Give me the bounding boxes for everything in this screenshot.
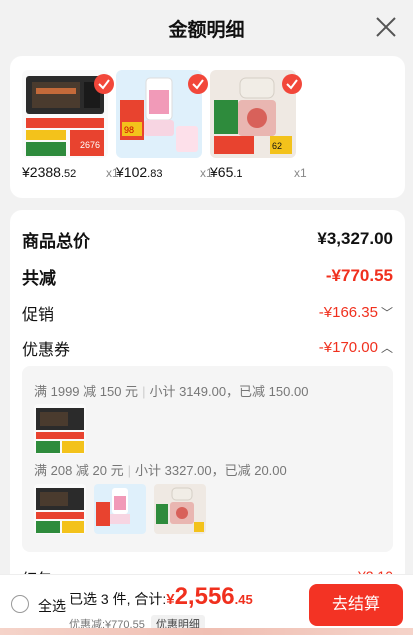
promo-row[interactable]: 促销 -¥166.35 ﹀ — [22, 301, 393, 325]
coupon-product-blender — [94, 484, 146, 534]
coupon-label: 优惠券 — [22, 342, 71, 359]
coupon-detail-box: 满 1999 减 150 元 | 小计 3149.00，已减 150.00 满 20… — [22, 366, 393, 552]
coupon-product-chopper — [154, 484, 206, 534]
discount-row: 共减 -¥770.55 — [22, 264, 393, 288]
header: 金额明细 — [0, 0, 413, 54]
coupon-row[interactable]: 优惠券 -¥170.00 ︿ — [22, 336, 393, 360]
checkout-bar: 全选 已选 3 件, 合计:¥2,556.45 优惠减:¥770.55 优惠明细 … — [0, 574, 413, 635]
product-price: ¥2388.52 — [22, 164, 77, 180]
discount-label: 共减 — [22, 268, 56, 288]
total-cents: .45 — [234, 592, 253, 607]
coupon-product-oven — [34, 404, 86, 454]
coupon-rule: 满 208 减 20 元 | 小计 3327.00，已减 20.00 — [34, 463, 287, 478]
products-card: 2676 ¥2388.52 x1 98 ¥102.83 x1 62 ¥65.1 … — [10, 56, 405, 198]
check-icon — [94, 74, 114, 94]
select-all-radio[interactable] — [11, 595, 29, 613]
check-icon — [282, 74, 302, 94]
total-summary: 已选 3 件, 合计:¥2,556.45 — [69, 583, 253, 611]
close-icon[interactable] — [373, 14, 399, 40]
product-qty: x1 — [294, 166, 307, 180]
total-currency: ¥ — [166, 591, 175, 608]
chevron-down-icon[interactable]: ﹀ — [381, 306, 393, 320]
selected-count: 已选 3 件, 合计: — [69, 591, 167, 607]
svg-text:98: 98 — [124, 125, 134, 135]
svg-text:62: 62 — [272, 141, 282, 151]
coupon-value-group: -¥170.00 ︿ — [319, 339, 393, 357]
checkout-button[interactable]: 去结算 — [309, 584, 403, 626]
goods-total-value: ¥3,327.00 — [317, 229, 393, 248]
total-amount: 2,556 — [174, 583, 235, 610]
promo-label: 促销 — [22, 307, 55, 324]
bottom-decoration-strip — [0, 628, 413, 635]
product-price: ¥65.1 — [210, 164, 243, 180]
coupon-value: -¥170.00 — [318, 339, 378, 356]
promo-value: -¥166.35 — [318, 304, 378, 321]
amount-detail-card: 商品总价 ¥3,327.00 共减 -¥770.55 促销 -¥166.35 ﹀ … — [10, 210, 405, 635]
chevron-up-icon[interactable]: ︿ — [381, 341, 393, 355]
check-icon — [188, 74, 208, 94]
goods-total-label: 商品总价 — [22, 231, 90, 251]
goods-total-row: 商品总价 ¥3,327.00 — [22, 227, 393, 251]
svg-text:2676: 2676 — [80, 140, 100, 150]
promo-value-group: -¥166.35 ﹀ — [319, 304, 393, 322]
product-price: ¥102.83 — [116, 164, 163, 180]
coupon-rule: 满 1999 减 150 元 | 小计 3149.00，已减 150.00 — [34, 384, 309, 399]
discount-value: -¥770.55 — [325, 266, 393, 285]
page-title: 金额明细 — [168, 20, 245, 41]
coupon-product-oven — [34, 484, 86, 534]
select-all-label[interactable]: 全选 — [38, 596, 66, 616]
